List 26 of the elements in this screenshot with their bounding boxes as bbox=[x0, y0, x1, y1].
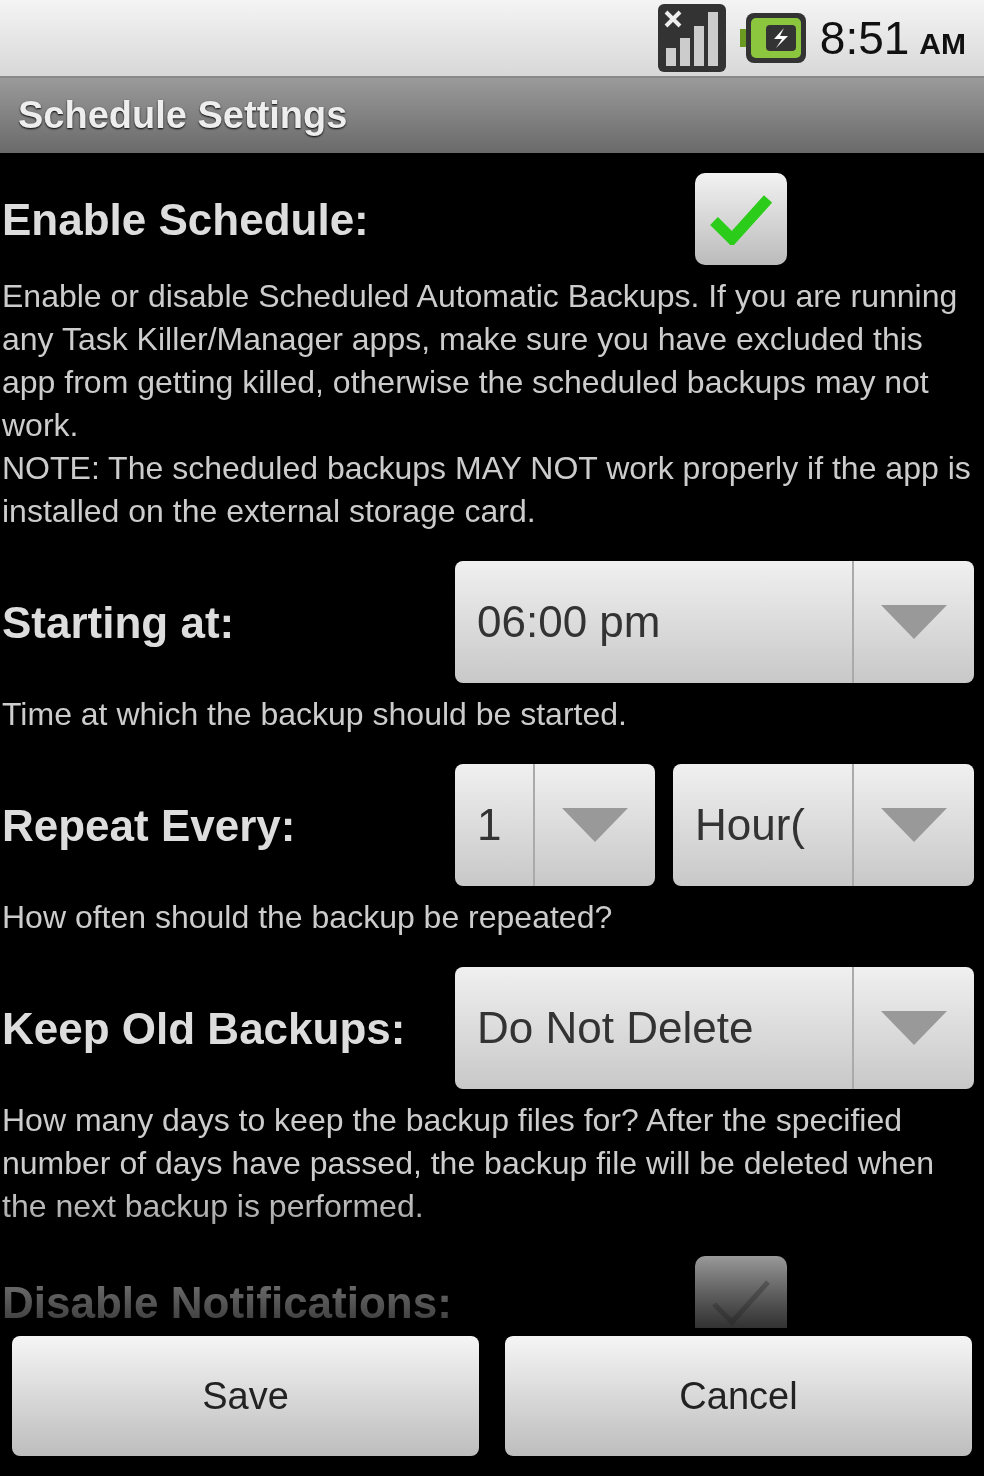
setting-label: Enable Schedule: bbox=[2, 193, 370, 246]
dropdown-arrow-icon bbox=[562, 808, 628, 842]
window-title: Schedule Settings bbox=[18, 94, 348, 137]
dropdown-arrow-icon bbox=[881, 808, 947, 842]
setting-label: Disable Notifications: bbox=[2, 1276, 453, 1328]
dialog-button[interactable]: Cancel bbox=[505, 1336, 972, 1456]
clock: 8:51 AM bbox=[819, 11, 966, 65]
dropdown[interactable]: Hour( bbox=[673, 764, 974, 886]
setting-label: Starting at: bbox=[2, 596, 236, 649]
checkbox[interactable] bbox=[695, 1256, 787, 1328]
battery-charging-icon bbox=[739, 13, 806, 63]
setting-description: Enable or disable Scheduled Automatic Backups. If you are running any Task Killer/Manager apps, make sure you have excluded this app from getting killed, otherwise the scheduled backups may not work. NOTE: The scheduled backups MAY NOT work properly if the app is installed on the external storage card. bbox=[2, 277, 972, 531]
checkmark-icon bbox=[710, 193, 772, 245]
setting-description: How many days to keep the backup files for? After the specified number of days have passed, the backup file will be deleted when the next backup is performed. bbox=[2, 1101, 936, 1226]
setting-label: Repeat Every: bbox=[2, 799, 297, 852]
setting-description: How often should the backup be repeated? bbox=[2, 898, 614, 937]
dropdown-arrow-icon bbox=[881, 605, 947, 639]
dropdown-arrow-icon bbox=[881, 1011, 947, 1045]
dropdown[interactable]: 06:00 pm bbox=[455, 561, 974, 683]
dialog-button[interactable]: Save bbox=[12, 1336, 479, 1456]
setting-label: Keep Old Backups: bbox=[2, 1002, 407, 1055]
setting-description: Time at which the backup should be started. bbox=[2, 695, 628, 734]
checkbox[interactable] bbox=[695, 173, 787, 265]
no-signal-icon bbox=[657, 4, 726, 72]
dropdown[interactable]: Do Not Delete bbox=[455, 967, 974, 1089]
dropdown[interactable]: 1 bbox=[455, 764, 655, 886]
